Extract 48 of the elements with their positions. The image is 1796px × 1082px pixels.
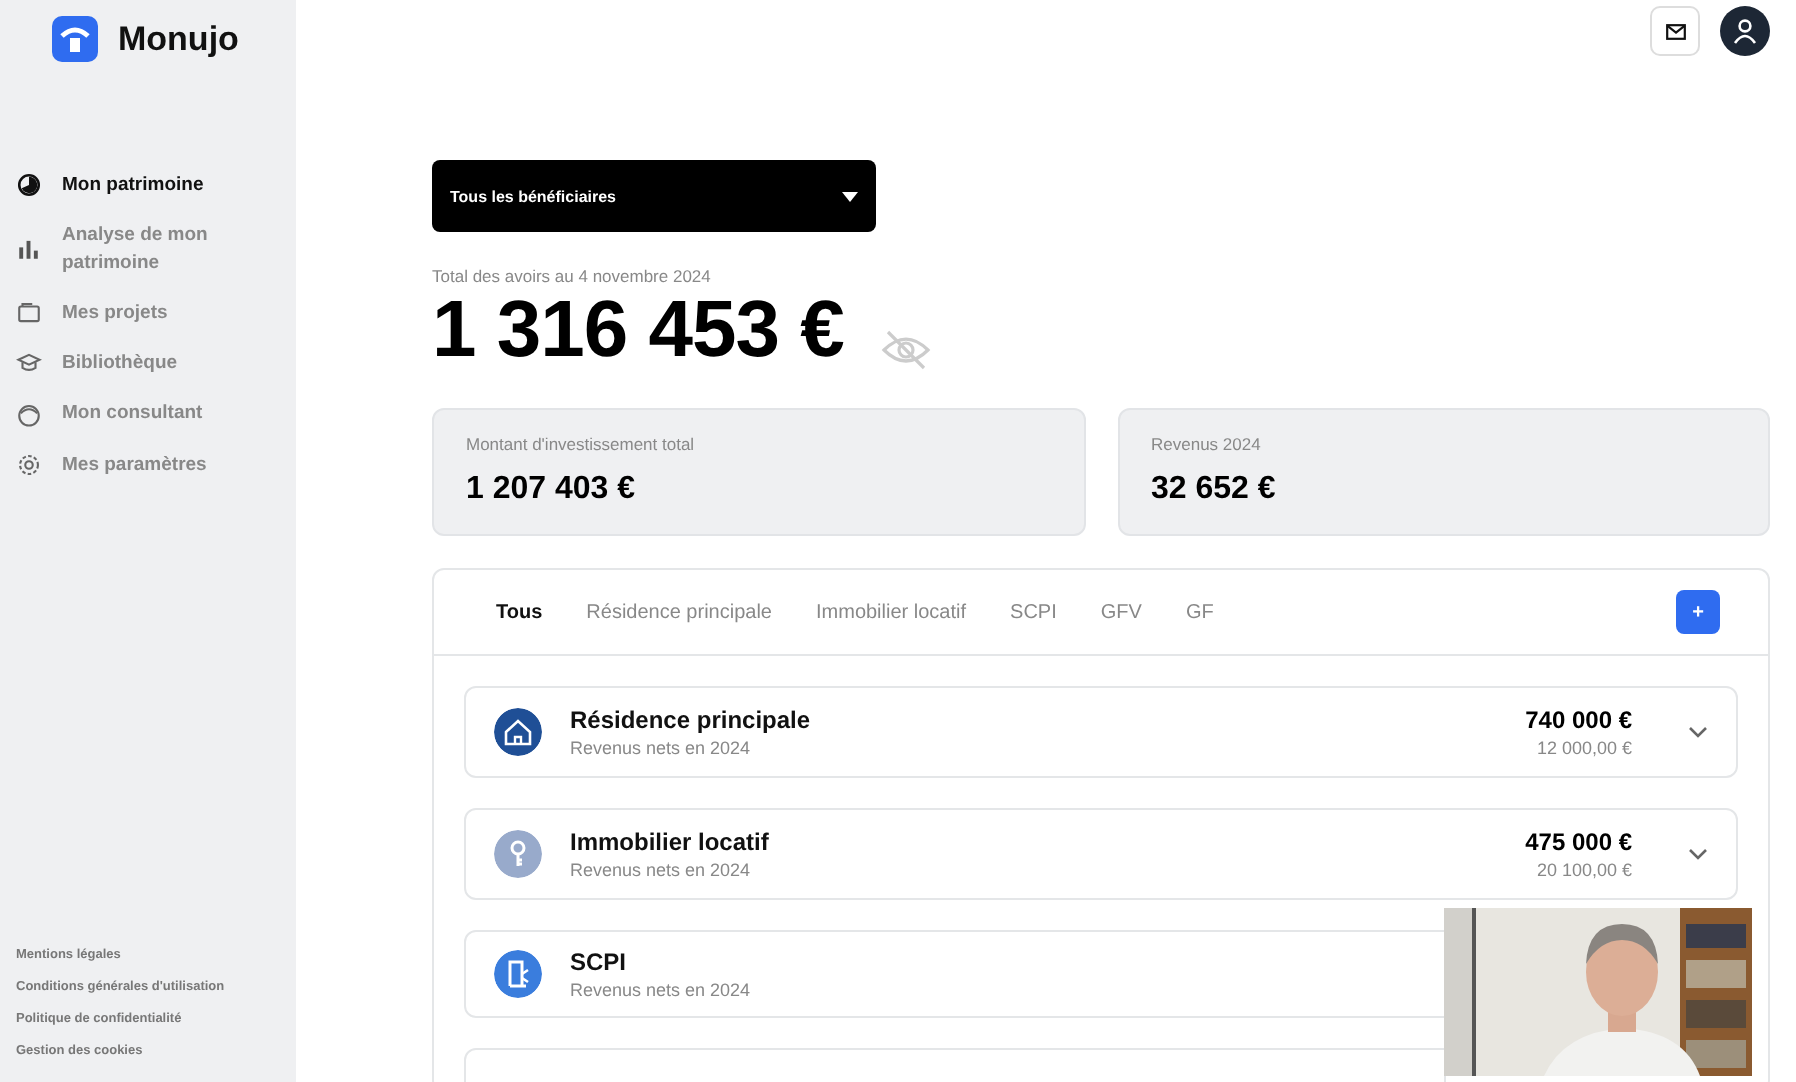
total-label: Total des avoirs au 4 novembre 2024 — [432, 266, 713, 286]
add-button[interactable]: + — [1676, 590, 1720, 634]
caret-icon — [842, 191, 858, 201]
category-tab[interactable]: GF — [1163, 601, 1236, 623]
brand-name: Monujo — [118, 19, 239, 59]
stat-value: 1 207 403 € — [466, 472, 638, 508]
asset-card[interactable]: Résidence principale Revenus nets en 2024 740 000 € 12 000,00 € — [464, 686, 1738, 778]
nav-icon — [16, 236, 42, 263]
mail-icon — [1665, 23, 1685, 39]
sidebar-item[interactable]: Mes projets — [0, 299, 296, 327]
stat-label: Montant d'investissement total — [466, 434, 697, 454]
mail-button[interactable] — [1650, 6, 1700, 56]
asset-income: 12 000,00 € — [1536, 738, 1632, 758]
sidebar-item[interactable]: Mon consultant — [0, 400, 296, 428]
asset-card[interactable]: Immobilier locatif Revenus nets en 2024 475 000 € 20 100,00 € — [464, 808, 1738, 900]
asset-income: 20 100,00 € — [1536, 860, 1632, 880]
asset-card[interactable]: SCPI Revenus nets en 2024 — [464, 930, 1446, 1018]
sidebar-item[interactable]: Mes paramètres — [0, 451, 296, 479]
chevron-down-icon[interactable] — [1688, 722, 1708, 742]
sidebar-item[interactable]: Mon patrimoine — [0, 172, 296, 199]
user-icon — [1732, 18, 1758, 44]
nav-icon — [16, 172, 42, 199]
category-tab[interactable]: GFV — [1078, 601, 1164, 623]
sidebar-item[interactable]: Analyse de mon patrimoine — [0, 222, 296, 276]
stat-value: 32 652 € — [1151, 472, 1278, 508]
stat-label: Revenus 2024 — [1151, 434, 1263, 454]
chevron-down-icon[interactable] — [1688, 844, 1708, 864]
category-tab[interactable]: Immobilier locatif — [794, 601, 989, 623]
total-amount: 1 316 453 € — [432, 286, 844, 376]
beneficiary-dropdown[interactable]: Tous les bénéficiaires — [432, 160, 876, 232]
category-tab[interactable]: Résidence principale — [564, 601, 794, 623]
nav-icon — [16, 401, 42, 428]
asset-subtitle: Revenus nets en 2024 — [570, 738, 753, 758]
category-tab[interactable]: SCPI — [988, 601, 1079, 623]
asset-title: SCPI — [570, 948, 629, 976]
logo-icon — [52, 16, 98, 62]
nav-icon — [16, 350, 42, 377]
asset-amount: 475 000 € — [1525, 828, 1632, 856]
asset-title: Résidence principale — [570, 706, 811, 734]
asset-subtitle: Revenus nets en 2024 — [570, 860, 753, 880]
asset-title: Immobilier locatif — [570, 828, 769, 856]
avatar-button[interactable] — [1720, 6, 1770, 56]
category-tab[interactable]: Tous — [474, 601, 565, 623]
nav-icon — [16, 451, 42, 478]
asset-subtitle: Revenus nets en 2024 — [570, 980, 751, 1000]
asset-amount: 740 000 € — [1525, 706, 1632, 734]
sidebar-item[interactable]: Bibliothèque — [0, 350, 296, 377]
nav-icon — [16, 300, 42, 327]
